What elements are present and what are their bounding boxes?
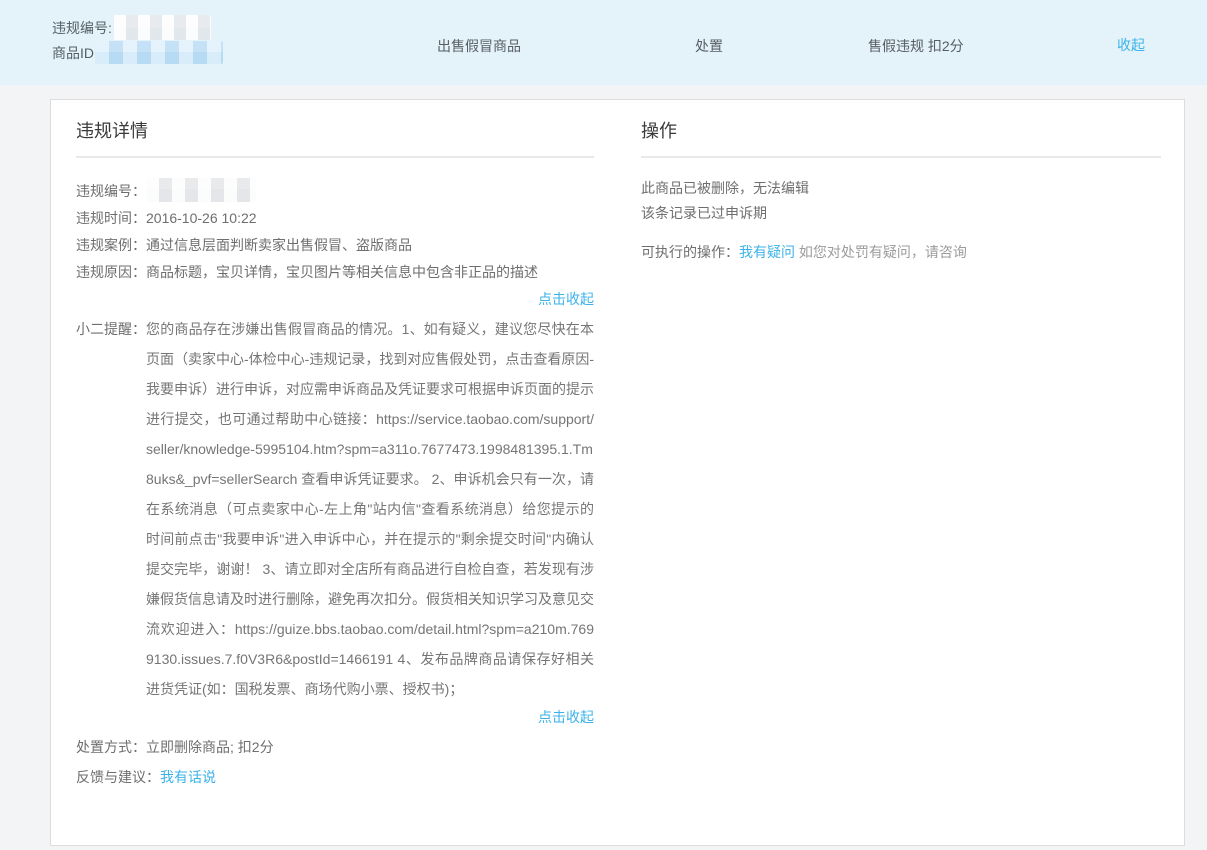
handle-method-value: 立即删除商品; 扣2分	[146, 739, 274, 755]
staff-reminder-text: 您的商品存在涉嫌出售假冒商品的情况。1、如有疑义，建议您尽快在本页面（卖家中心-…	[146, 314, 594, 704]
topbar-product-id-label: 商品ID:	[52, 43, 98, 63]
handle-method-label: 处置方式：	[76, 739, 146, 755]
penalty-text: 售假违规 扣2分	[868, 36, 964, 56]
have-question-link[interactable]: 我有疑问	[739, 244, 795, 260]
feedback-row: 反馈与建议：我有话说	[76, 764, 594, 791]
staff-reminder-block: 小二提醒： 您的商品存在涉嫌出售假冒商品的情况。1、如有疑义，建议您尽快在本页面…	[76, 314, 594, 704]
violation-time-label: 违规时间：	[76, 210, 146, 226]
action-column-text: 处置	[695, 36, 723, 56]
violation-reason-label: 违规原因：	[76, 264, 146, 280]
violation-detail-column: 违规详情 违规编号： 违规时间：2016-10-26 10:22 违规案例：通过…	[76, 118, 594, 791]
violation-time-value: 2016-10-26 10:22	[146, 210, 257, 226]
feedback-link[interactable]: 我有话说	[160, 769, 216, 785]
violation-summary-bar: 违规编号: 商品ID: 出售假冒商品 处置 售假违规 扣2分 收起	[0, 0, 1207, 85]
violation-reason-value: 商品标题，宝贝详情，宝贝图片等相关信息中包含非正品的描述	[146, 264, 538, 280]
violation-record-page: 违规编号: 商品ID: 出售假冒商品 处置 售假违规 扣2分 收起 违规详情 违…	[0, 0, 1207, 850]
violation-time-row: 违规时间：2016-10-26 10:22	[76, 205, 594, 232]
executable-operation-row: 可执行的操作：我有疑问 如您对处罚有疑问，请咨询	[641, 241, 1161, 263]
violation-reason-row: 违规原因：商品标题，宝贝详情，宝贝图片等相关信息中包含非正品的描述	[76, 259, 594, 286]
operation-section-title: 操作	[641, 118, 1161, 158]
appeal-expired-text: 该条记录已过申诉期	[641, 201, 1161, 226]
handle-method-row: 处置方式：立即删除商品; 扣2分	[76, 734, 594, 761]
violation-no-redacted	[146, 178, 256, 202]
violation-case-row: 违规案例：通过信息层面判断卖家出售假冒、盗版商品	[76, 232, 594, 259]
violation-case-value: 通过信息层面判断卖家出售假冒、盗版商品	[146, 237, 412, 253]
topbar-violation-no-redacted	[114, 15, 211, 40]
feedback-label: 反馈与建议：	[76, 769, 160, 785]
collapse-reminder-link[interactable]: 点击收起	[538, 709, 594, 725]
staff-reminder-label: 小二提醒：	[76, 314, 146, 344]
topbar-violation-no-label: 违规编号:	[52, 18, 112, 38]
violation-no-label: 违规编号：	[76, 183, 146, 199]
violation-case-label: 违规案例：	[76, 237, 146, 253]
executable-operation-label: 可执行的操作：	[641, 244, 739, 260]
detail-section-title: 违规详情	[76, 118, 594, 158]
collapse-reason-link[interactable]: 点击收起	[538, 291, 594, 307]
item-deleted-text: 此商品已被删除，无法编辑	[641, 176, 1161, 201]
violation-no-row: 违规编号：	[76, 178, 594, 205]
question-hint-text: 如您对处罚有疑问，请咨询	[799, 244, 967, 260]
collapse-record-link[interactable]: 收起	[1117, 35, 1145, 55]
violation-type-text: 出售假冒商品	[437, 36, 521, 56]
operation-column: 操作 此商品已被删除，无法编辑 该条记录已过申诉期 可执行的操作：我有疑问 如您…	[641, 118, 1161, 263]
topbar-product-id-redacted	[95, 41, 223, 64]
violation-detail-panel: 违规详情 违规编号： 违规时间：2016-10-26 10:22 违规案例：通过…	[50, 99, 1185, 846]
